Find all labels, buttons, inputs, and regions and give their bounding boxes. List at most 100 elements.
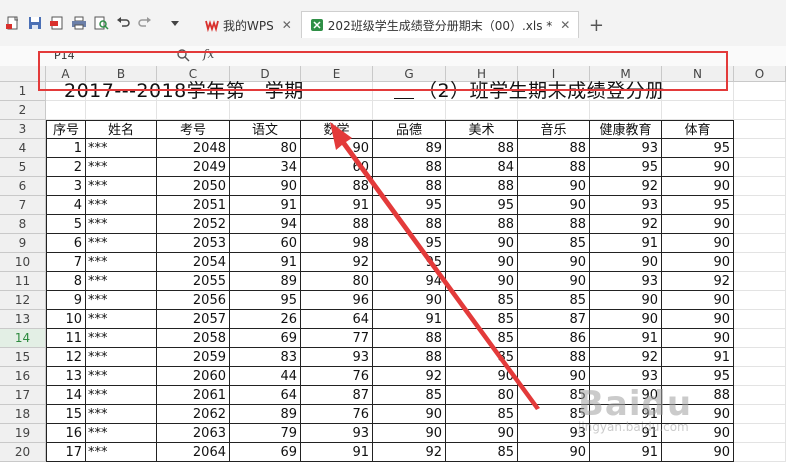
- table-cell[interactable]: 90: [518, 272, 590, 291]
- sheet-title-right[interactable]: （2）班学生期末成绩登分册: [418, 80, 665, 102]
- column-header[interactable]: O: [734, 66, 786, 82]
- close-icon[interactable]: ✕: [282, 18, 292, 32]
- row-header[interactable]: 19: [0, 424, 46, 443]
- column-header[interactable]: N: [662, 66, 734, 82]
- export-pdf-icon[interactable]: [48, 14, 66, 32]
- table-cell[interactable]: 9: [46, 291, 86, 310]
- row-header[interactable]: 6: [0, 177, 46, 196]
- table-cell[interactable]: 64: [230, 386, 301, 405]
- table-cell[interactable]: 91: [230, 196, 301, 215]
- table-cell[interactable]: 95: [373, 234, 446, 253]
- zoom-icon[interactable]: [176, 48, 190, 62]
- table-cell[interactable]: ***: [86, 177, 157, 196]
- grid-cell[interactable]: [734, 253, 786, 272]
- row-header[interactable]: 4: [0, 139, 46, 158]
- grid-cell[interactable]: [590, 101, 662, 120]
- table-cell[interactable]: 5: [46, 215, 86, 234]
- table-cell[interactable]: 90: [662, 158, 734, 177]
- tab-spreadsheet[interactable]: 202班级学生成绩登分册期末（00）.xls * ✕: [300, 11, 580, 38]
- table-cell[interactable]: 96: [301, 291, 373, 310]
- table-cell[interactable]: 10: [46, 310, 86, 329]
- close-icon[interactable]: ✕: [560, 18, 570, 32]
- table-cell[interactable]: 88: [373, 158, 446, 177]
- table-cell[interactable]: 85: [446, 348, 518, 367]
- table-cell[interactable]: 85: [518, 234, 590, 253]
- grid-cell[interactable]: [46, 101, 86, 120]
- table-cell[interactable]: 90: [662, 443, 734, 462]
- table-cell[interactable]: 76: [301, 405, 373, 424]
- table-header-cell[interactable]: 考号: [157, 120, 230, 139]
- table-cell[interactable]: ***: [86, 139, 157, 158]
- table-cell[interactable]: 95: [590, 158, 662, 177]
- new-file-icon[interactable]: [4, 14, 22, 32]
- table-cell[interactable]: 98: [301, 234, 373, 253]
- table-cell[interactable]: 88: [446, 215, 518, 234]
- table-cell[interactable]: 17: [46, 443, 86, 462]
- row-header[interactable]: 8: [0, 215, 46, 234]
- table-cell[interactable]: 94: [373, 272, 446, 291]
- grid-cell[interactable]: [734, 234, 786, 253]
- table-cell[interactable]: ***: [86, 196, 157, 215]
- table-cell[interactable]: 85: [446, 291, 518, 310]
- table-cell[interactable]: 87: [301, 386, 373, 405]
- select-all-corner[interactable]: [0, 66, 46, 82]
- grid-cell[interactable]: [734, 177, 786, 196]
- row-header[interactable]: 16: [0, 367, 46, 386]
- table-cell[interactable]: 44: [230, 367, 301, 386]
- grid-cell[interactable]: [734, 272, 786, 291]
- table-header-cell[interactable]: 语文: [230, 120, 301, 139]
- table-cell[interactable]: 88: [373, 348, 446, 367]
- grid-cell[interactable]: [734, 443, 786, 462]
- table-cell[interactable]: 60: [301, 158, 373, 177]
- table-cell[interactable]: 8: [46, 272, 86, 291]
- table-cell[interactable]: 95: [230, 291, 301, 310]
- row-header[interactable]: 14: [0, 329, 46, 348]
- table-cell[interactable]: 90: [373, 405, 446, 424]
- table-cell[interactable]: 2061: [157, 386, 230, 405]
- table-cell[interactable]: 14: [46, 386, 86, 405]
- table-cell[interactable]: 92: [590, 177, 662, 196]
- table-cell[interactable]: 80: [230, 139, 301, 158]
- name-box[interactable]: P14: [54, 49, 104, 62]
- table-cell[interactable]: 90: [662, 291, 734, 310]
- row-header[interactable]: 10: [0, 253, 46, 272]
- row-header[interactable]: 12: [0, 291, 46, 310]
- table-cell[interactable]: 80: [301, 272, 373, 291]
- sheet-title-left[interactable]: 2017---2018学年第一学期: [64, 80, 304, 102]
- table-cell[interactable]: 88: [446, 139, 518, 158]
- table-cell[interactable]: 90: [662, 234, 734, 253]
- table-cell[interactable]: 4: [46, 196, 86, 215]
- table-cell[interactable]: ***: [86, 272, 157, 291]
- table-cell[interactable]: 95: [373, 253, 446, 272]
- save-icon[interactable]: [26, 14, 44, 32]
- table-cell[interactable]: 88: [518, 215, 590, 234]
- grid-cell[interactable]: [734, 215, 786, 234]
- table-cell[interactable]: 69: [230, 329, 301, 348]
- dropdown-icon[interactable]: [166, 14, 184, 32]
- grid-cell[interactable]: [734, 82, 786, 101]
- grid-cell[interactable]: [86, 101, 157, 120]
- table-cell[interactable]: 85: [446, 443, 518, 462]
- table-header-cell[interactable]: 音乐: [518, 120, 590, 139]
- grid-cell[interactable]: [734, 329, 786, 348]
- table-cell[interactable]: 85: [518, 291, 590, 310]
- table-cell[interactable]: 91: [373, 310, 446, 329]
- table-cell[interactable]: 85: [373, 386, 446, 405]
- row-header[interactable]: 17: [0, 386, 46, 405]
- table-cell[interactable]: 95: [373, 196, 446, 215]
- table-cell[interactable]: 83: [230, 348, 301, 367]
- table-cell[interactable]: ***: [86, 310, 157, 329]
- table-cell[interactable]: ***: [86, 367, 157, 386]
- table-cell[interactable]: 92: [373, 443, 446, 462]
- table-cell[interactable]: 90: [446, 424, 518, 443]
- table-cell[interactable]: 2048: [157, 139, 230, 158]
- table-cell[interactable]: 95: [446, 196, 518, 215]
- table-cell[interactable]: 2062: [157, 405, 230, 424]
- table-cell[interactable]: 2059: [157, 348, 230, 367]
- grid-cell[interactable]: [734, 120, 786, 139]
- grid-cell[interactable]: [518, 101, 590, 120]
- table-cell[interactable]: 90: [301, 139, 373, 158]
- table-cell[interactable]: 90: [518, 443, 590, 462]
- table-cell[interactable]: 16: [46, 424, 86, 443]
- table-header-cell[interactable]: 序号: [46, 120, 86, 139]
